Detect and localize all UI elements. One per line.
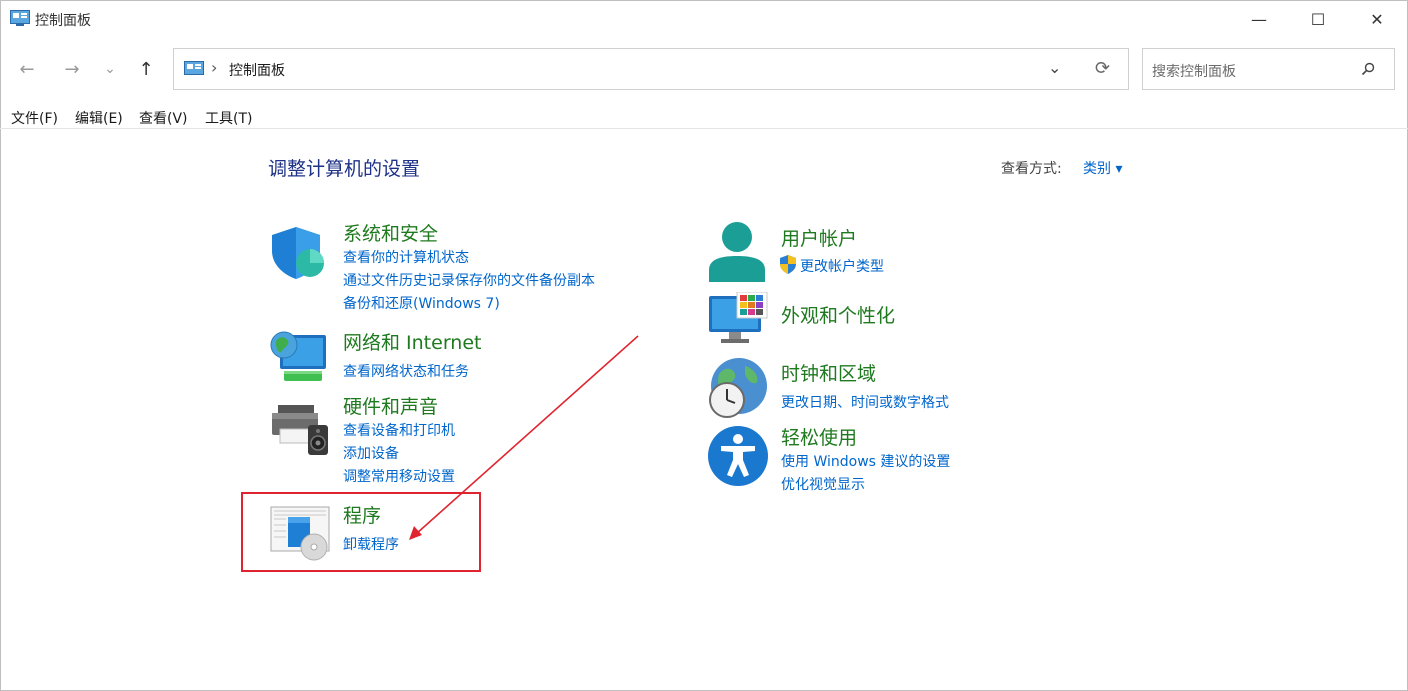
user-icon[interactable] <box>707 220 767 282</box>
recent-locations-button[interactable]: ⌄ <box>96 55 124 83</box>
forward-button[interactable]: → <box>58 55 86 83</box>
page-title: 调整计算机的设置 <box>268 158 421 180</box>
forward-arrow-icon: → <box>64 58 80 80</box>
menu-file[interactable]: 文件(F) <box>11 108 58 128</box>
window-frame <box>0 0 1408 691</box>
link-change-account-type[interactable]: 更改帐户类型 <box>800 256 884 276</box>
link-add-device[interactable]: 添加设备 <box>343 443 399 463</box>
search-icon <box>1361 62 1375 76</box>
uac-shield-icon <box>780 255 796 274</box>
link-file-history[interactable]: 通过文件历史记录保存你的文件备份副本 <box>343 270 595 290</box>
link-windows-recommended-settings[interactable]: 使用 Windows 建议的设置 <box>781 451 950 471</box>
menu-tools[interactable]: 工具(T) <box>205 108 252 128</box>
refresh-icon[interactable]: ⟳ <box>1095 58 1110 79</box>
search-input[interactable]: 搜索控制面板 <box>1152 61 1236 81</box>
up-arrow-icon: ↑ <box>138 58 154 80</box>
control-panel-icon <box>184 61 204 75</box>
menu-divider <box>0 128 1408 129</box>
network-globe-icon[interactable] <box>270 327 330 383</box>
minimize-button[interactable]: — <box>1236 4 1282 34</box>
printer-speaker-icon[interactable] <box>270 403 330 457</box>
link-optimize-visual-display[interactable]: 优化视觉显示 <box>781 474 865 494</box>
breadcrumb-control-panel[interactable]: 控制面板 <box>229 60 285 80</box>
link-backup-restore[interactable]: 备份和还原(Windows 7) <box>343 293 500 313</box>
close-icon: ✕ <box>1370 9 1384 29</box>
menu-view[interactable]: 查看(V) <box>139 108 188 128</box>
address-dropdown-icon[interactable]: ⌄ <box>1048 58 1061 77</box>
address-bar[interactable] <box>173 48 1129 90</box>
category-ease-of-access[interactable]: 轻松使用 <box>781 423 857 450</box>
category-appearance-personalization[interactable]: 外观和个性化 <box>781 301 895 328</box>
view-by-label: 查看方式: <box>1001 161 1062 177</box>
window-title: 控制面板 <box>35 13 91 29</box>
back-arrow-icon: ← <box>19 58 35 80</box>
menu-edit[interactable]: 编辑(E) <box>75 108 123 128</box>
category-clock-region[interactable]: 时钟和区域 <box>781 359 876 386</box>
link-change-date-time-format[interactable]: 更改日期、时间或数字格式 <box>781 392 949 412</box>
control-panel-app-icon <box>10 10 30 26</box>
close-button[interactable]: ✕ <box>1354 4 1400 34</box>
maximize-icon: ☐ <box>1310 9 1326 29</box>
category-system-security[interactable]: 系统和安全 <box>343 219 438 246</box>
accessibility-icon[interactable] <box>707 425 769 487</box>
monitor-palette-icon[interactable] <box>707 292 769 346</box>
minimize-icon: — <box>1251 9 1267 29</box>
chevron-down-icon: ⌄ <box>104 61 116 77</box>
up-button[interactable]: ↑ <box>132 55 160 83</box>
category-user-accounts[interactable]: 用户帐户 <box>781 224 857 251</box>
globe-clock-icon[interactable] <box>707 356 769 418</box>
link-view-computer-status[interactable]: 查看你的计算机状态 <box>343 247 469 267</box>
breadcrumb-chevron-icon: › <box>211 58 218 77</box>
view-by-dropdown[interactable]: 类别 ▾ <box>1083 158 1122 178</box>
maximize-button[interactable]: ☐ <box>1295 4 1341 34</box>
annotation-arrow <box>409 335 639 540</box>
back-button[interactable]: ← <box>13 55 41 83</box>
shield-icon[interactable] <box>270 225 330 281</box>
